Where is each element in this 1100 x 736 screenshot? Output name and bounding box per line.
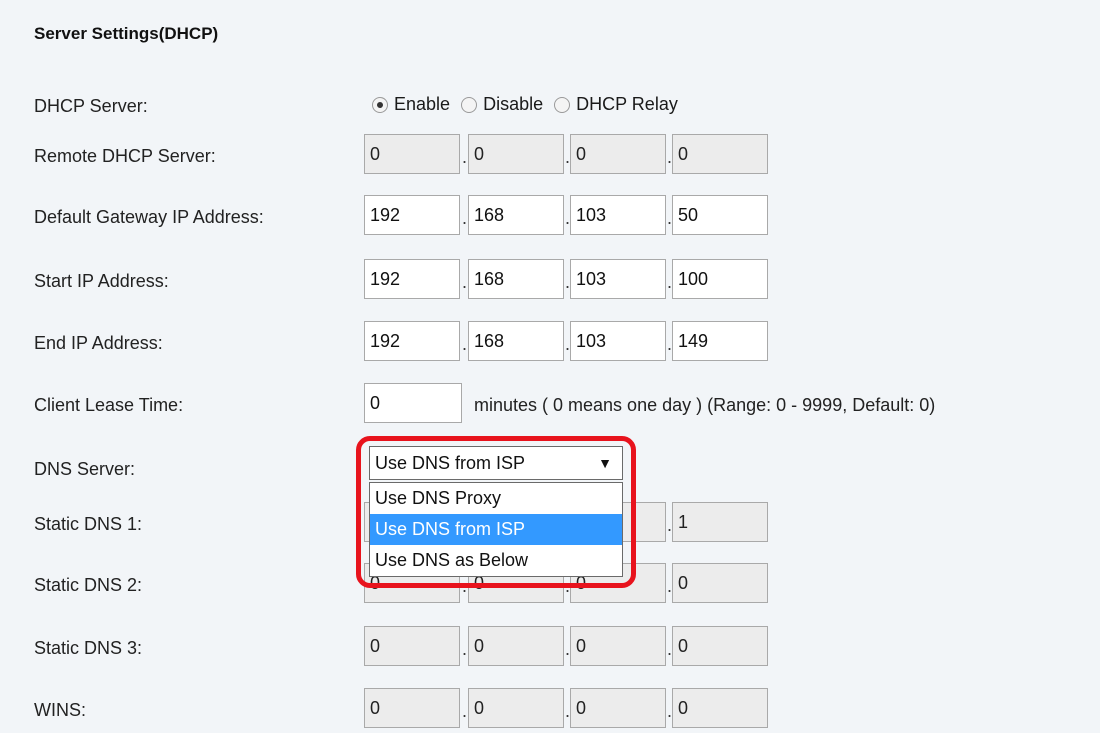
wins-row: WINS: . . . (0, 688, 1100, 736)
lease-time-input[interactable] (364, 383, 462, 423)
end-ip-label: End IP Address: (34, 333, 163, 353)
default-gateway-row: Default Gateway IP Address: . . . (0, 195, 1100, 243)
static-dns3-row: Static DNS 3: . . . (0, 626, 1100, 674)
remote-dhcp-octet-2 (468, 134, 564, 174)
radio-dhcp-relay-dot[interactable] (554, 96, 571, 113)
static-dns3-octet-3 (570, 626, 666, 666)
static-dns2-octet-4 (672, 563, 768, 603)
dns-server-dropdown-list: Use DNS Proxy Use DNS from ISP Use DNS a… (369, 482, 623, 577)
dot-separator: . (462, 147, 468, 167)
radio-disable-label: Disable (483, 94, 544, 114)
dns-server-label: DNS Server: (34, 459, 136, 479)
radio-enable-dot[interactable] (372, 96, 388, 113)
start-ip-octet-3[interactable] (570, 259, 666, 299)
wins-octet-1 (364, 688, 460, 728)
wins-octet-2 (468, 688, 564, 728)
caret-down-icon: ▼ (598, 455, 612, 471)
dns-option-proxy[interactable]: Use DNS Proxy (370, 483, 622, 514)
dhcp-server-row: DHCP Server: Enable Disable DHCP Relay (0, 84, 1100, 132)
static-dns1-octet-4 (672, 502, 768, 542)
start-ip-label: Start IP Address: (34, 271, 169, 291)
wins-octet-3 (570, 688, 666, 728)
start-ip-octet-4[interactable] (672, 259, 768, 299)
remote-dhcp-octet-3 (570, 134, 666, 174)
static-dns3-octet-4 (672, 626, 768, 666)
default-gateway-octet-2[interactable] (468, 195, 564, 235)
end-ip-row: End IP Address: . . . (0, 321, 1100, 369)
end-ip-octet-2[interactable] (468, 321, 564, 361)
lease-time-row: Client Lease Time: minutes ( 0 means one… (0, 383, 1100, 431)
radio-enable-label: Enable (394, 94, 451, 114)
dhcp-server-label: DHCP Server: (34, 96, 148, 116)
radio-enable[interactable]: Enable (372, 94, 450, 115)
remote-dhcp-label: Remote DHCP Server: (34, 146, 216, 166)
dns-server-selected-value: Use DNS from ISP (375, 453, 526, 473)
default-gateway-octet-4[interactable] (672, 195, 768, 235)
dns-option-as-below[interactable]: Use DNS as Below (370, 545, 622, 576)
radio-disable-dot[interactable] (461, 96, 478, 113)
static-dns1-label: Static DNS 1: (34, 514, 143, 534)
wins-octet-4 (672, 688, 768, 728)
default-gateway-octet-3[interactable] (570, 195, 666, 235)
end-ip-octet-4[interactable] (672, 321, 768, 361)
lease-time-label: Client Lease Time: (34, 395, 184, 415)
radio-dhcp-relay-label: DHCP Relay (576, 94, 678, 114)
dns-server-select[interactable]: Use DNS from ISP ▼ (369, 446, 623, 480)
dot-separator: . (462, 576, 468, 596)
dhcp-server-radio-group: Enable Disable DHCP Relay (372, 94, 684, 118)
default-gateway-octet-1[interactable] (364, 195, 460, 235)
dhcp-settings-panel: Server Settings(DHCP) DHCP Server: Enabl… (0, 0, 1100, 733)
remote-dhcp-row: Remote DHCP Server: . . . (0, 134, 1100, 182)
wins-label: WINS: (34, 700, 86, 720)
dns-option-from-isp[interactable]: Use DNS from ISP (370, 514, 622, 545)
static-dns3-label: Static DNS 3: (34, 638, 143, 658)
dot-separator: . (462, 639, 468, 659)
radio-dhcp-relay[interactable]: DHCP Relay (554, 94, 678, 115)
dot-separator: . (462, 272, 468, 292)
remote-dhcp-octet-1 (364, 134, 460, 174)
lease-time-note: minutes ( 0 means one day ) (Range: 0 - … (474, 395, 936, 415)
section-title: Server Settings(DHCP) (34, 24, 219, 43)
start-ip-octet-2[interactable] (468, 259, 564, 299)
end-ip-octet-1[interactable] (364, 321, 460, 361)
radio-disable[interactable]: Disable (461, 94, 543, 115)
start-ip-row: Start IP Address: . . . (0, 259, 1100, 307)
static-dns2-label: Static DNS 2: (34, 575, 143, 595)
end-ip-octet-3[interactable] (570, 321, 666, 361)
dot-separator: . (462, 208, 468, 228)
dot-separator: . (462, 701, 468, 721)
default-gateway-label: Default Gateway IP Address: (34, 207, 264, 227)
start-ip-octet-1[interactable] (364, 259, 460, 299)
static-dns3-octet-2 (468, 626, 564, 666)
remote-dhcp-octet-4 (672, 134, 768, 174)
dot-separator: . (462, 334, 468, 354)
static-dns3-octet-1 (364, 626, 460, 666)
